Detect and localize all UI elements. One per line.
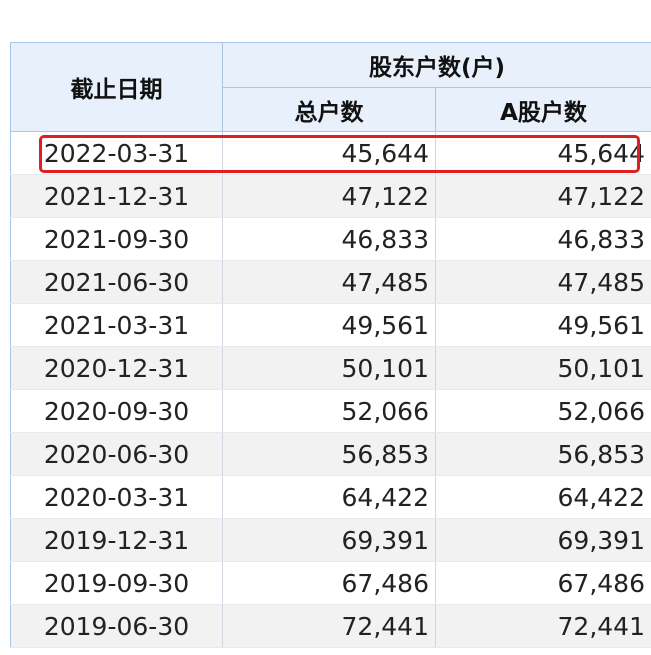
cell-total: 72,441 <box>222 604 436 648</box>
cell-total: 64,422 <box>222 475 436 519</box>
table-row[interactable]: 2021-12-31 47,122 47,122 <box>10 174 651 218</box>
table-row[interactable]: 2019-12-31 69,391 69,391 <box>10 518 651 562</box>
cell-date: 2021-09-30 <box>10 217 223 261</box>
cell-date: 2020-06-30 <box>10 432 223 476</box>
cell-a-share: 69,391 <box>435 518 651 562</box>
table-row[interactable]: 2021-03-31 49,561 49,561 <box>10 303 651 347</box>
shareholder-table-container: 截止日期 股东户数(户) 总户数 A股户数 2022-03-31 45,644 … <box>10 42 651 648</box>
cell-total: 56,853 <box>222 432 436 476</box>
header-a-share-count[interactable]: A股户数 <box>435 87 651 132</box>
table-row[interactable]: 2021-09-30 46,833 46,833 <box>10 217 651 261</box>
cell-date: 2019-06-30 <box>10 604 223 648</box>
cell-a-share: 45,644 <box>435 131 651 175</box>
cell-a-share: 49,561 <box>435 303 651 347</box>
table-row[interactable]: 2020-09-30 52,066 52,066 <box>10 389 651 433</box>
cell-date: 2021-12-31 <box>10 174 223 218</box>
cell-date: 2020-09-30 <box>10 389 223 433</box>
cell-a-share: 56,853 <box>435 432 651 476</box>
cell-a-share: 47,485 <box>435 260 651 304</box>
cell-total: 47,122 <box>222 174 436 218</box>
table-row[interactable]: 2020-03-31 64,422 64,422 <box>10 475 651 519</box>
cell-total: 49,561 <box>222 303 436 347</box>
cell-a-share: 67,486 <box>435 561 651 605</box>
table-body: 2022-03-31 45,644 45,644 2021-12-31 47,1… <box>10 131 651 648</box>
cell-a-share: 52,066 <box>435 389 651 433</box>
cell-date: 2021-03-31 <box>10 303 223 347</box>
cell-a-share: 50,101 <box>435 346 651 390</box>
cell-total: 46,833 <box>222 217 436 261</box>
cell-total: 52,066 <box>222 389 436 433</box>
cell-total: 47,485 <box>222 260 436 304</box>
header-date[interactable]: 截止日期 <box>10 42 223 132</box>
table-row[interactable]: 2022-03-31 45,644 45,644 <box>10 131 651 175</box>
cell-total: 69,391 <box>222 518 436 562</box>
cell-date: 2019-12-31 <box>10 518 223 562</box>
table-row[interactable]: 2019-09-30 67,486 67,486 <box>10 561 651 605</box>
cell-total: 67,486 <box>222 561 436 605</box>
header-shareholder-count: 股东户数(户) <box>222 42 651 88</box>
cell-date: 2020-03-31 <box>10 475 223 519</box>
cell-a-share: 47,122 <box>435 174 651 218</box>
cell-date: 2020-12-31 <box>10 346 223 390</box>
cell-date: 2021-06-30 <box>10 260 223 304</box>
cell-total: 45,644 <box>222 131 436 175</box>
cell-total: 50,101 <box>222 346 436 390</box>
shareholder-count-table: 截止日期 股东户数(户) 总户数 A股户数 2022-03-31 45,644 … <box>10 42 651 648</box>
cell-a-share: 72,441 <box>435 604 651 648</box>
table-row[interactable]: 2020-12-31 50,101 50,101 <box>10 346 651 390</box>
table-row[interactable]: 2021-06-30 47,485 47,485 <box>10 260 651 304</box>
cell-date: 2019-09-30 <box>10 561 223 605</box>
header-total-count[interactable]: 总户数 <box>222 87 436 132</box>
table-row[interactable]: 2019-06-30 72,441 72,441 <box>10 604 651 648</box>
cell-a-share: 46,833 <box>435 217 651 261</box>
cell-a-share: 64,422 <box>435 475 651 519</box>
cell-date: 2022-03-31 <box>10 131 223 175</box>
table-row[interactable]: 2020-06-30 56,853 56,853 <box>10 432 651 476</box>
